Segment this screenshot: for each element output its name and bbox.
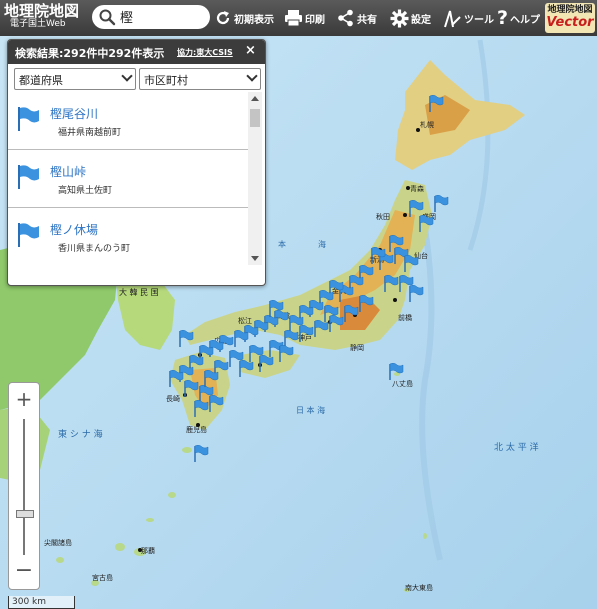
tools-label: ツール: [464, 14, 494, 26]
help-button[interactable]: ? ヘルプ: [497, 6, 540, 30]
zoom-slider-knob[interactable]: [16, 510, 34, 518]
share-button[interactable]: 共有: [337, 6, 377, 30]
results-scrollbar[interactable]: [248, 92, 262, 265]
result-name[interactable]: 樫尾谷川: [50, 105, 98, 122]
refresh-icon: [216, 11, 230, 25]
prefecture-select[interactable]: 都道府県: [14, 68, 136, 90]
settings-label: 設定: [411, 14, 431, 26]
gear-icon: [390, 9, 409, 27]
share-icon: [338, 9, 353, 27]
results-summary: 検索結果:292件中292件表示: [15, 47, 165, 60]
zoom-control: + −: [8, 382, 40, 590]
tools-icon: [444, 10, 461, 27]
label-akita: 秋田: [376, 212, 390, 221]
chevron-down-icon: [121, 70, 133, 82]
result-address: 香川県まんのう町: [58, 244, 131, 254]
search-box[interactable]: [92, 5, 210, 29]
search-input[interactable]: [120, 8, 204, 24]
result-name[interactable]: 樫山峠: [50, 163, 86, 180]
chevron-down-icon: [246, 70, 258, 82]
prefecture-select-value: 都道府県: [19, 74, 63, 87]
zoom-in-button[interactable]: +: [9, 387, 39, 411]
scroll-up-icon[interactable]: [251, 96, 259, 101]
label-matsue: 松江: [238, 316, 252, 325]
label-korea: 大 韓 民 国: [119, 287, 159, 297]
result-name[interactable]: 樫ノ休場: [50, 221, 98, 238]
settings-button[interactable]: 設定: [390, 6, 431, 30]
print-button[interactable]: 印刷: [284, 6, 325, 30]
city-select-value: 市区町村: [144, 74, 188, 87]
zoom-slider-track[interactable]: [23, 419, 25, 555]
results-header: 検索結果:292件中292件表示 協力:東大CSIS ×: [8, 40, 265, 64]
label-nagasaki: 長崎: [166, 394, 180, 403]
label-hachijo: 八丈島: [392, 379, 413, 388]
label-miyako: 宮古島: [92, 573, 113, 582]
zoom-out-button[interactable]: −: [9, 558, 39, 583]
share-label: 共有: [357, 14, 377, 26]
search-results-panel: 検索結果:292件中292件表示 協力:東大CSIS × 都道府県 市区町村 樫…: [7, 39, 266, 286]
vector-link-label: Vector: [546, 15, 594, 30]
help-label: ヘルプ: [510, 14, 541, 26]
vector-map-link[interactable]: 地理院地図 Vector: [545, 3, 595, 33]
label-hon: 本: [278, 239, 286, 249]
result-address: 高知県土佐町: [58, 186, 113, 196]
label-naha: 那覇: [141, 547, 155, 555]
flag-icon: [18, 165, 39, 189]
label-kai: 海: [318, 239, 326, 249]
label-east-china-sea: 東 シ ナ 海: [58, 428, 103, 440]
logo-subtitle: 電子国土Web: [10, 19, 66, 29]
label-pacific: 北 太 平 洋: [494, 441, 539, 453]
flag-icon: [18, 107, 39, 131]
scrollbar-thumb[interactable]: [250, 109, 260, 127]
app-logo[interactable]: 地理院地図 電子国土Web: [4, 3, 88, 33]
label-aomori: 青森: [410, 184, 424, 193]
label-kagoshima: 鹿児島: [186, 425, 207, 434]
scale-bar: 300 km: [8, 596, 75, 609]
label-maebashi: 前橋: [398, 313, 412, 322]
city-select[interactable]: 市区町村: [139, 68, 261, 90]
label-minami-daito: 南大東島: [405, 583, 433, 592]
label-japan-sea: 日 本 海: [296, 405, 325, 415]
scroll-down-icon[interactable]: [251, 256, 259, 261]
app-header: 地理院地図 電子国土Web 初期表示 印刷 共有: [0, 0, 597, 36]
tools-button[interactable]: ツール: [442, 6, 494, 30]
credit-link[interactable]: 協力:東大CSIS: [177, 47, 233, 58]
help-icon: ?: [497, 7, 509, 29]
result-item[interactable]: 樫ノ休場 香川県まんのう町: [8, 208, 248, 265]
logo-title: 地理院地図: [4, 2, 80, 20]
print-label: 印刷: [305, 14, 325, 26]
flag-icon: [18, 223, 39, 247]
label-shizuoka: 静岡: [350, 343, 364, 352]
result-item[interactable]: 樫尾谷川 福井県南越前町: [8, 92, 248, 150]
search-icon[interactable]: [98, 8, 116, 26]
label-sapporo: 札幌: [420, 120, 434, 129]
result-item[interactable]: 樫山峠 高知県土佐町: [8, 150, 248, 208]
close-panel-button[interactable]: ×: [245, 43, 256, 58]
results-list: 樫尾谷川 福井県南越前町 樫山峠 高知県土佐町 樫ノ休場 香川県まんのう町: [8, 92, 248, 265]
result-address: 福井県南越前町: [58, 128, 122, 138]
label-senkaku: 尖閣諸島: [44, 538, 72, 547]
reset-view-button[interactable]: 初期表示: [214, 6, 274, 30]
printer-icon: [285, 10, 302, 27]
reset-view-label: 初期表示: [234, 14, 274, 26]
